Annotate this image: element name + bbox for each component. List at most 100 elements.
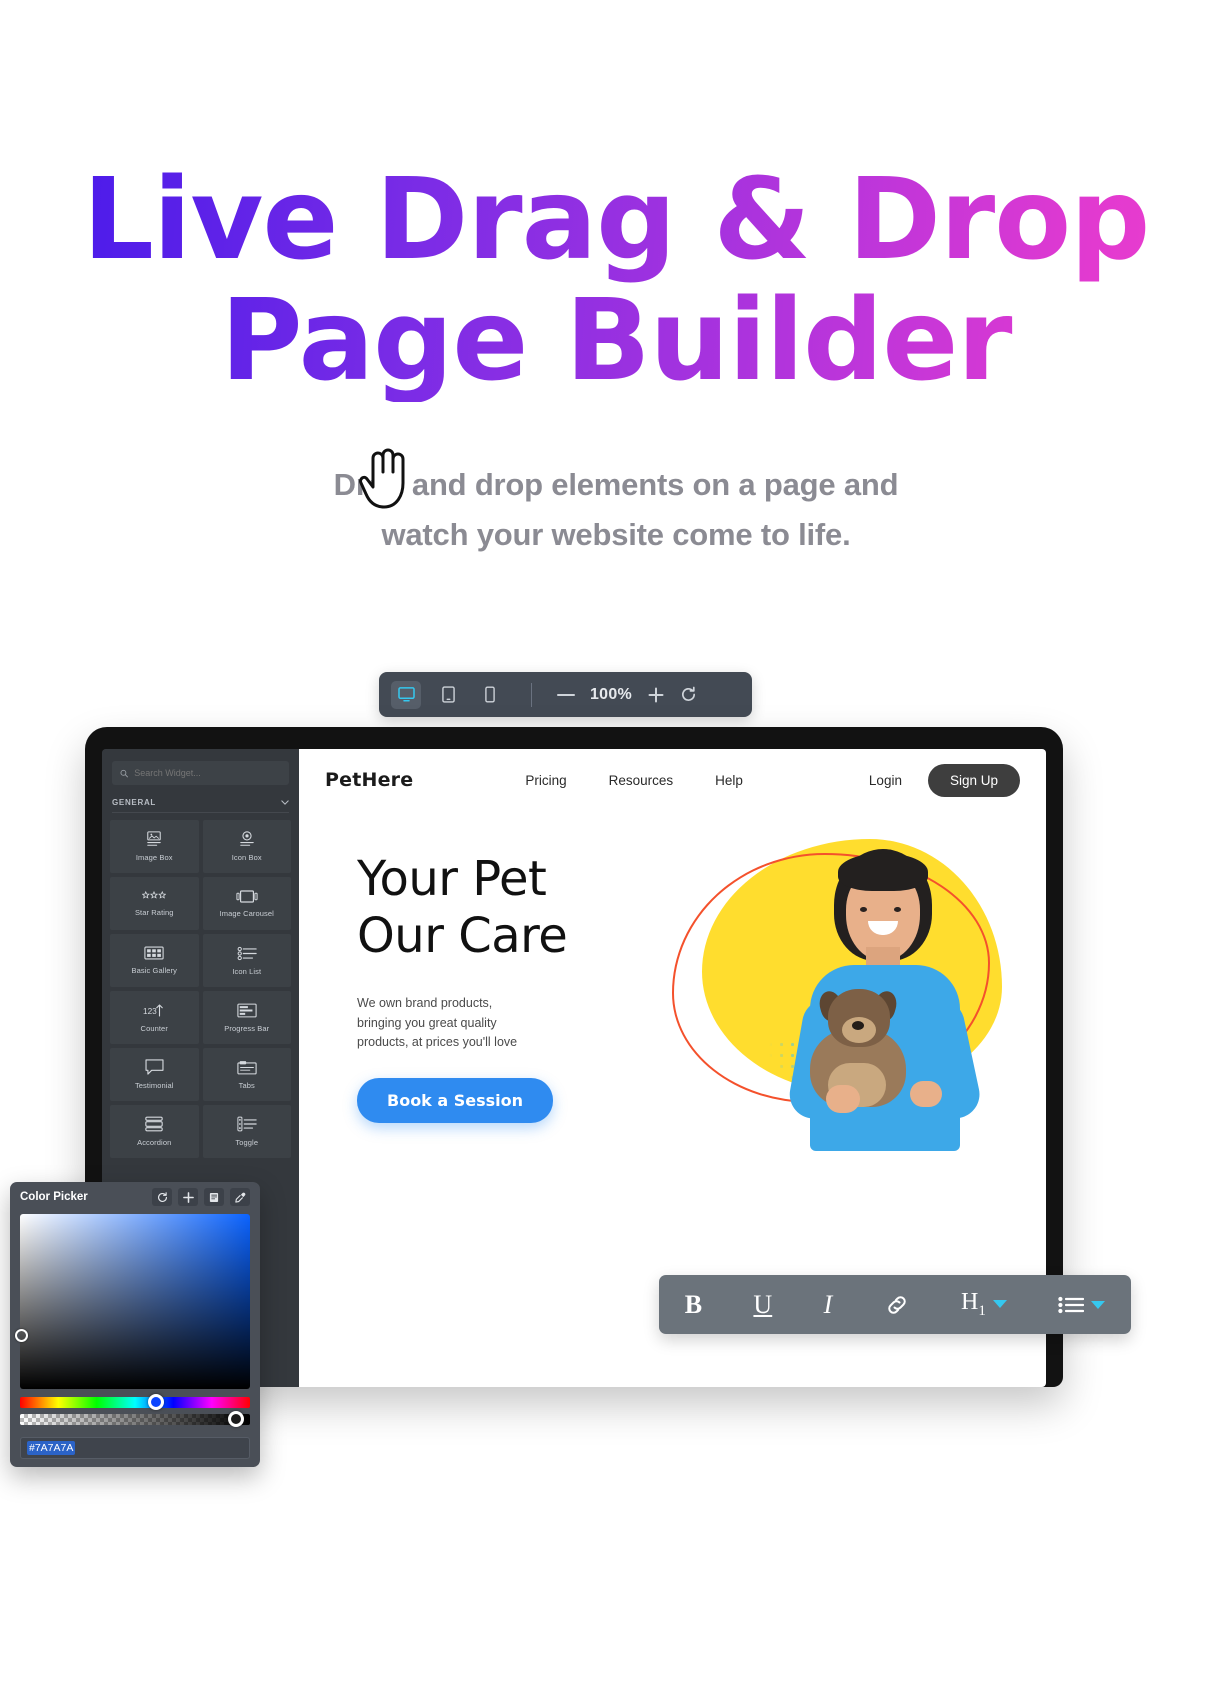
widget-label: Accordion (137, 1138, 172, 1147)
widget-label: Icon Box (231, 853, 262, 862)
alpha-slider[interactable] (20, 1411, 250, 1427)
site-headline-line-1: Your Pet (357, 851, 547, 907)
tablet-view-button[interactable] (433, 681, 463, 709)
landing-page: Live Drag & Drop Page Builder Drag and d… (0, 0, 1232, 1681)
site-logo[interactable]: PetHere (325, 769, 413, 791)
saturation-handle[interactable] (15, 1329, 28, 1342)
counter-icon: 123 (143, 1003, 164, 1017)
color-picker-tools[interactable] (152, 1188, 250, 1206)
add-color-button[interactable] (178, 1188, 198, 1206)
reset-zoom-button[interactable] (672, 681, 704, 709)
widget-tile-toggle[interactable]: Toggle (202, 1105, 291, 1158)
hue-handle[interactable] (148, 1394, 164, 1410)
minus-icon (557, 693, 575, 696)
nav-link-resources[interactable]: Resources (609, 773, 674, 788)
eyedropper-icon (234, 1192, 245, 1203)
widget-label: Basic Gallery (131, 966, 177, 975)
paragraph-line-3: products, at prices you'll love (357, 1035, 518, 1049)
chevron-down-icon (992, 1300, 1007, 1309)
widget-label: Image Box (135, 853, 173, 862)
section-label: GENERAL (112, 798, 157, 807)
device-preview-toolbar[interactable]: 100% (379, 672, 752, 717)
paragraph-line-1: We own brand products, (357, 996, 493, 1011)
widget-tile-icon-list[interactable]: Icon List (202, 934, 291, 987)
icon-box-icon (239, 831, 254, 846)
widget-label: Image Carousel (219, 908, 274, 918)
color-picker-title: Color Picker (20, 1191, 88, 1203)
widget-tile-counter[interactable]: 123 Counter (110, 991, 199, 1044)
alpha-handle[interactable] (228, 1411, 244, 1427)
widget-tile-basic-gallery[interactable]: Basic Gallery (110, 934, 199, 987)
search-icon (120, 769, 128, 777)
dog-nose (852, 1021, 864, 1030)
reset-icon (157, 1191, 167, 1202)
hand-cursor-icon (359, 448, 405, 509)
color-library-button[interactable] (204, 1188, 224, 1206)
color-picker-header: Color Picker (10, 1182, 260, 1212)
widget-grid[interactable]: Image Box Icon Box Star Rating Image Car… (110, 820, 291, 1158)
zoom-out-button[interactable] (550, 681, 582, 709)
italic-button[interactable]: I (824, 1290, 833, 1320)
toggle-icon (237, 1116, 257, 1132)
list-dropdown[interactable] (1058, 1296, 1106, 1314)
site-navbar[interactable]: PetHere Pricing Resources Help Login Sig… (299, 749, 1046, 811)
site-hero-illustration (664, 831, 1034, 1151)
hand-right (910, 1081, 942, 1107)
desktop-view-button[interactable] (391, 680, 421, 709)
search-input[interactable] (134, 768, 281, 778)
zoom-controls[interactable]: 100% (550, 681, 704, 709)
hand-left (826, 1085, 860, 1113)
widget-tile-progress-bar[interactable]: Progress Bar (202, 991, 291, 1044)
widget-tile-tabs[interactable]: Tabs (202, 1048, 291, 1101)
site-nav-actions[interactable]: Login Sign Up (869, 763, 1020, 797)
saturation-value-area[interactable] (15, 1214, 250, 1389)
color-picker-panel[interactable]: Color Picker #7A7A7A (10, 1182, 260, 1467)
nav-link-help[interactable]: Help (715, 773, 743, 788)
hue-slider[interactable] (20, 1394, 250, 1410)
italic-label: I (823, 1289, 833, 1319)
widget-tile-accordion[interactable]: Accordion (110, 1105, 199, 1158)
widget-label: Tabs (238, 1080, 255, 1090)
accordion-icon (145, 1116, 163, 1132)
eyedropper-button[interactable] (230, 1188, 250, 1206)
mobile-icon (485, 686, 495, 703)
widget-label: Testimonial (134, 1081, 174, 1090)
plus-icon (648, 687, 664, 702)
site-paragraph[interactable]: We own brand products, bringing you grea… (357, 994, 567, 1052)
sidebar-section-general[interactable]: GENERAL (112, 793, 289, 813)
widget-tile-star-rating[interactable]: Star Rating (110, 877, 199, 930)
login-link[interactable]: Login (869, 773, 902, 788)
mobile-view-button[interactable] (475, 681, 505, 709)
book-session-button[interactable]: Book a Session (357, 1078, 554, 1124)
widget-tile-icon-box[interactable]: Icon Box (202, 820, 291, 873)
widget-tile-image-carousel[interactable]: Image Carousel (202, 877, 291, 930)
site-headline-line-2: Our Care (357, 907, 568, 964)
signup-button[interactable]: Sign Up (927, 763, 1020, 797)
site-nav-links[interactable]: Pricing Resources Help (525, 773, 743, 788)
nav-link-pricing[interactable]: Pricing (525, 773, 566, 788)
desktop-icon (397, 687, 415, 702)
reset-color-button[interactable] (152, 1188, 172, 1206)
widget-tile-testimonial[interactable]: Testimonial (110, 1048, 199, 1101)
underline-button[interactable]: U (753, 1290, 772, 1320)
link-button[interactable] (884, 1294, 910, 1316)
testimonial-icon (145, 1059, 164, 1075)
hex-input[interactable]: #7A7A7A (20, 1437, 250, 1459)
widget-tile-image-box[interactable]: Image Box (110, 820, 199, 873)
chevron-down-icon (1091, 1300, 1106, 1309)
tabs-icon (237, 1060, 257, 1074)
toolbar-divider (531, 682, 532, 707)
hex-input-row[interactable]: #7A7A7A (20, 1437, 250, 1459)
bold-button[interactable]: B (685, 1290, 702, 1320)
page-subtitle: Drag and drop elements on a page and wat… (0, 460, 1232, 559)
progress-bar-icon (237, 1003, 257, 1017)
eye-right (894, 907, 901, 912)
icon-list-icon (237, 946, 257, 960)
widget-search[interactable] (112, 761, 289, 785)
site-headline[interactable]: Your Pet Our Care (357, 851, 657, 964)
heading-dropdown[interactable]: H1 (961, 1289, 1007, 1320)
widget-label: Toggle (235, 1138, 259, 1147)
rich-text-toolbar[interactable]: B U I H1 (659, 1275, 1131, 1334)
heading-level: 1 (978, 1302, 986, 1319)
zoom-in-button[interactable] (640, 681, 672, 709)
